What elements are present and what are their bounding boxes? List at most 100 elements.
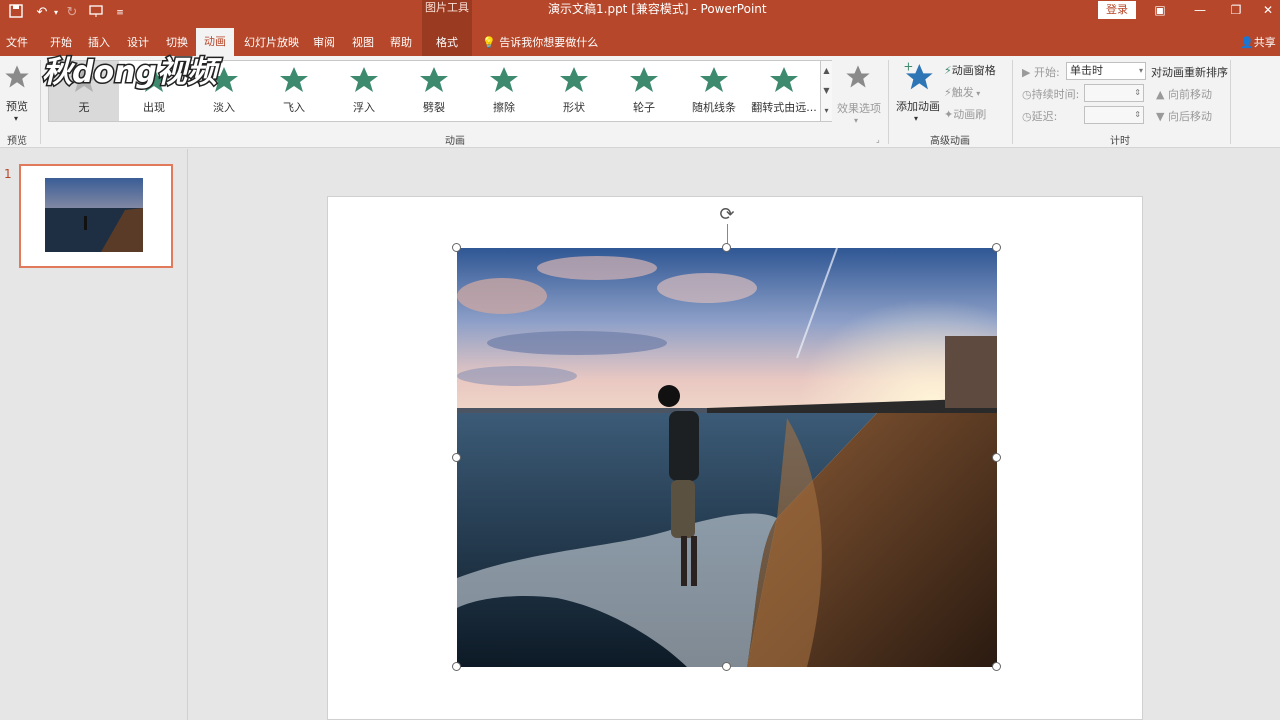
share-label: 共享 (1253, 36, 1276, 49)
animation-star-icon (630, 67, 658, 92)
start-select[interactable]: 单击时 ▾ (1066, 62, 1146, 80)
clock-icon: ◷ (1022, 88, 1032, 101)
tell-me-label: 告诉我你想要做什么 (499, 36, 599, 49)
close-icon[interactable]: ✕ (1254, 0, 1280, 20)
animation-star-icon (700, 67, 728, 92)
resize-handle-e[interactable] (992, 453, 1001, 462)
svg-text:+: + (903, 60, 913, 74)
preview-star-icon (5, 65, 29, 88)
title-bar: ↶ ▾ ↻ ≡ 图片工具 演示文稿1.ppt [兼容模式] - PowerPoi… (0, 0, 1280, 28)
group-separator (1012, 60, 1013, 144)
start-label: ▶ 开始: (1022, 64, 1060, 80)
tab-view[interactable]: 视图 (352, 34, 374, 50)
tab-help[interactable]: 帮助 (390, 34, 412, 50)
spinner-arrows-icon: ⇕ (1134, 88, 1141, 97)
spinner-arrows-icon: ⇕ (1134, 110, 1141, 119)
animation-item-label: 出现 (143, 101, 165, 114)
slide-thumbnail-panel: 1 (0, 149, 188, 720)
animation-star-icon (490, 67, 518, 92)
animation-item[interactable]: 随机线条 (679, 61, 749, 121)
animation-item[interactable]: 浮入 (329, 61, 399, 121)
slide-number: 1 (4, 167, 12, 181)
animation-item-label: 翻转式由远... (751, 101, 817, 114)
beach-photo (457, 247, 997, 667)
animation-item-label: 形状 (563, 101, 585, 114)
lightbulb-icon: 💡 (482, 36, 496, 49)
gallery-scroll-down-icon[interactable]: ▼ (820, 81, 832, 101)
context-group-picture-tools: 图片工具 (422, 0, 472, 28)
rotate-handle-icon[interactable]: ⟳ (716, 204, 738, 226)
preview-dropdown-icon: ▾ (14, 114, 19, 123)
animation-dialog-launcher-icon[interactable]: ⌟ (876, 135, 880, 144)
restore-icon[interactable]: ❐ (1222, 0, 1250, 20)
resize-handle-w[interactable] (452, 453, 461, 462)
resize-handle-n[interactable] (722, 243, 731, 252)
resize-handle-s[interactable] (722, 662, 731, 671)
timing-group-label: 计时 (1110, 136, 1130, 147)
start-play-icon: ▶ (1022, 66, 1031, 79)
resize-handle-ne[interactable] (992, 243, 1001, 252)
effect-options-dropdown-icon: ▾ (854, 116, 859, 125)
document-title: 演示文稿1.ppt [兼容模式] - PowerPoint (548, 2, 767, 16)
chevron-down-icon: ▾ (1138, 66, 1143, 75)
animation-item[interactable]: 形状 (539, 61, 609, 121)
add-animation-button[interactable]: + 添加动画 ▾ (894, 60, 942, 126)
duration-label-text: 持续时间: (1031, 88, 1080, 101)
tell-me-box[interactable]: 💡 告诉我你想要做什么 (482, 34, 598, 50)
trigger-dropdown-icon: ▾ (973, 89, 981, 98)
animation-star-icon (420, 67, 448, 92)
tab-review[interactable]: 审阅 (313, 34, 335, 50)
delay-label: ◷延迟: (1022, 108, 1057, 124)
animation-item[interactable]: 翻转式由远... (749, 61, 819, 121)
tab-format[interactable]: 格式 (436, 34, 458, 50)
duration-label: ◷持续时间: (1022, 86, 1079, 102)
animation-pane-button[interactable]: ⚡动画窗格 (944, 62, 996, 78)
effect-options-icon (846, 65, 870, 88)
gallery-more-icon[interactable]: ▾ (820, 101, 832, 121)
slide-thumbnail[interactable] (19, 164, 173, 268)
resize-handle-sw[interactable] (452, 662, 461, 671)
delay-spinner: ⇕ (1084, 106, 1144, 124)
animation-item[interactable]: 劈裂 (399, 61, 469, 121)
tab-file[interactable]: 文件 (6, 34, 28, 50)
move-later-label: 向后移动 (1167, 110, 1212, 123)
animation-item[interactable]: 飞入 (259, 61, 329, 121)
start-label-text: 开始: (1033, 66, 1060, 79)
advanced-animation-group-label: 高级动画 (930, 136, 970, 147)
animation-item-label: 擦除 (493, 101, 515, 114)
animation-item[interactable]: 擦除 (469, 61, 539, 121)
animation-item-label: 飞入 (283, 101, 305, 114)
watermark-logo: 秋dong视频 (40, 46, 240, 94)
ribbon-display-icon[interactable]: ▣ (1146, 0, 1174, 20)
add-animation-icon: + (903, 60, 933, 90)
animation-item-label: 随机线条 (692, 101, 736, 114)
share-button[interactable]: 👤共享 (1240, 34, 1276, 50)
animation-item[interactable]: 轮子 (609, 61, 679, 121)
start-from-beginning-icon[interactable] (86, 4, 106, 22)
customize-qat-icon[interactable]: ≡ (110, 4, 130, 22)
preview-group-label: 预览 (7, 136, 27, 147)
add-animation-label: 添加动画 (896, 100, 940, 113)
animation-item-label: 无 (78, 101, 90, 114)
add-animation-dropdown-icon: ▾ (914, 114, 919, 123)
animation-item-label: 劈裂 (423, 101, 445, 114)
login-button[interactable]: 登录 (1098, 1, 1136, 19)
effect-options-button[interactable]: 效果选项 ▾ (836, 60, 881, 126)
minimize-icon[interactable]: — (1186, 0, 1214, 20)
arrow-up-icon: ▲ (1156, 88, 1165, 101)
gallery-scroll-up-icon[interactable]: ▲ (820, 61, 832, 81)
animation-painter-label: 动画刷 (953, 108, 987, 121)
reorder-title: 对动画重新排序 (1151, 66, 1228, 79)
preview-button[interactable]: 预览 ▾ (2, 60, 32, 126)
resize-handle-nw[interactable] (452, 243, 461, 252)
selected-picture[interactable] (457, 247, 997, 667)
tab-slideshow[interactable]: 幻灯片放映 (244, 34, 299, 50)
animation-painter-button: ✦动画刷 (944, 106, 986, 122)
animation-star-icon (560, 67, 588, 92)
animation-item-label: 轮子 (633, 101, 655, 114)
redo-icon: ↻ (66, 5, 78, 20)
save-icon[interactable] (6, 4, 26, 22)
move-earlier-button: ▲ 向前移动 (1156, 86, 1212, 102)
resize-handle-se[interactable] (992, 662, 1001, 671)
animation-star-icon (280, 67, 308, 92)
